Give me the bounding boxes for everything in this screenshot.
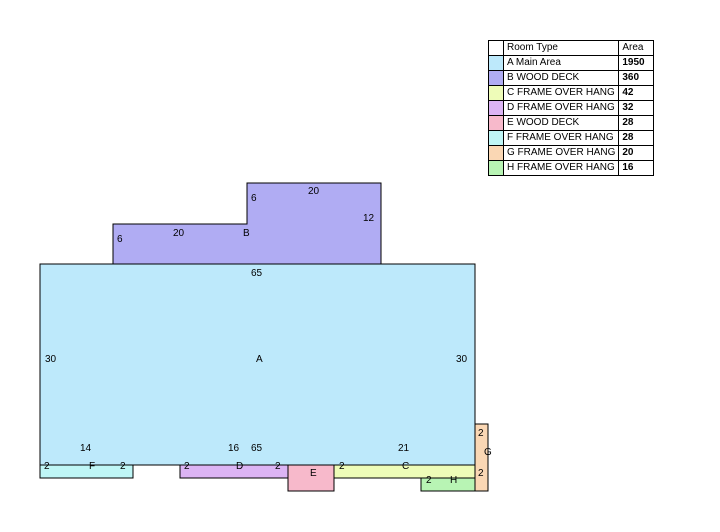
room-b-step-dim: 6 bbox=[251, 193, 257, 204]
legend-room-area: 28 bbox=[618, 130, 655, 146]
room-d-letter: D bbox=[236, 461, 243, 472]
legend-room-area: 42 bbox=[618, 85, 655, 101]
room-c-width-dim: 21 bbox=[398, 443, 410, 454]
room-a-bottom-left-dim: 16 bbox=[228, 443, 240, 454]
legend-room-name: H FRAME OVER HANG bbox=[502, 160, 620, 176]
room-c-left-dim: 2 bbox=[339, 461, 345, 472]
legend-room-name: C FRAME OVER HANG bbox=[502, 85, 620, 101]
room-d-right-dim: 2 bbox=[275, 461, 281, 472]
legend-room-name: F FRAME OVER HANG bbox=[502, 130, 620, 146]
room-a-left-dim: 30 bbox=[45, 354, 57, 365]
room-b-left-dim: 6 bbox=[117, 234, 123, 245]
legend-row: E WOOD DECK 28 bbox=[488, 115, 655, 131]
legend-color-swatch bbox=[488, 100, 504, 116]
legend-room-area: 32 bbox=[618, 100, 655, 116]
legend-color-swatch bbox=[488, 145, 504, 161]
legend-row: G FRAME OVER HANG 20 bbox=[488, 145, 655, 161]
room-b-letter: B bbox=[243, 228, 250, 239]
room-d-left-dim: 2 bbox=[184, 461, 190, 472]
room-f-right-dim: 2 bbox=[120, 461, 126, 472]
room-g-bottom-dim: 2 bbox=[478, 468, 484, 479]
room-b-upper-height-dim: 12 bbox=[363, 213, 375, 224]
legend-row: C FRAME OVER HANG 42 bbox=[488, 85, 655, 101]
legend-row: A Main Area 1950 bbox=[488, 55, 655, 71]
legend-room-name: E WOOD DECK bbox=[502, 115, 620, 131]
room-c-letter: C bbox=[402, 461, 409, 472]
legend-room-area: 1950 bbox=[618, 55, 655, 71]
room-h-left-dim: 2 bbox=[426, 475, 432, 486]
legend-row: D FRAME OVER HANG 32 bbox=[488, 100, 655, 116]
legend-header-room-type: Room Type bbox=[502, 40, 620, 56]
room-a-top-dim: 65 bbox=[251, 268, 263, 279]
room-e-letter: E bbox=[310, 468, 317, 479]
legend-room-area: 20 bbox=[618, 145, 655, 161]
room-b-upper-width-dim: 20 bbox=[308, 186, 320, 197]
room-a-bottom-right-dim: 65 bbox=[251, 443, 263, 454]
room-a-letter: A bbox=[256, 354, 263, 365]
room-g-top-dim: 2 bbox=[478, 428, 484, 439]
room-b-shape[interactable] bbox=[112, 182, 382, 265]
legend-color-swatch bbox=[488, 130, 504, 146]
legend-color-swatch bbox=[488, 55, 504, 71]
room-a-right-dim: 30 bbox=[456, 354, 468, 365]
legend-color-swatch bbox=[488, 85, 504, 101]
room-legend-table: Room Type Area A Main Area 1950 B WOOD DEC… bbox=[488, 40, 655, 176]
room-b-lower-width-dim: 20 bbox=[173, 228, 185, 239]
legend-room-name: B WOOD DECK bbox=[502, 70, 620, 86]
legend-row: B WOOD DECK 360 bbox=[488, 70, 655, 86]
legend-room-area: 16 bbox=[618, 160, 655, 176]
legend-color-swatch bbox=[488, 115, 504, 131]
legend-row: H FRAME OVER HANG 16 bbox=[488, 160, 655, 176]
legend-header-swatch bbox=[488, 40, 504, 56]
room-d-shape[interactable] bbox=[179, 464, 289, 479]
legend-row: F FRAME OVER HANG 28 bbox=[488, 130, 655, 146]
room-h-letter: H bbox=[450, 475, 457, 486]
room-f-letter: F bbox=[89, 461, 95, 472]
legend-room-name: D FRAME OVER HANG bbox=[502, 100, 620, 116]
room-f-left-dim: 2 bbox=[44, 461, 50, 472]
legend-room-area: 360 bbox=[618, 70, 655, 86]
legend-body: A Main Area 1950 B WOOD DECK 360 C FRAME OVE… bbox=[488, 55, 655, 176]
legend-color-swatch bbox=[488, 160, 504, 176]
legend-room-name: G FRAME OVER HANG bbox=[502, 145, 620, 161]
legend-room-area: 28 bbox=[618, 115, 655, 131]
legend-header-area: Area bbox=[618, 40, 655, 56]
legend-color-swatch bbox=[488, 70, 504, 86]
legend-room-name: A Main Area bbox=[502, 55, 620, 71]
legend-header-row: Room Type Area bbox=[488, 40, 655, 56]
room-g-letter: G bbox=[484, 447, 492, 458]
room-f-width-dim: 14 bbox=[80, 443, 92, 454]
